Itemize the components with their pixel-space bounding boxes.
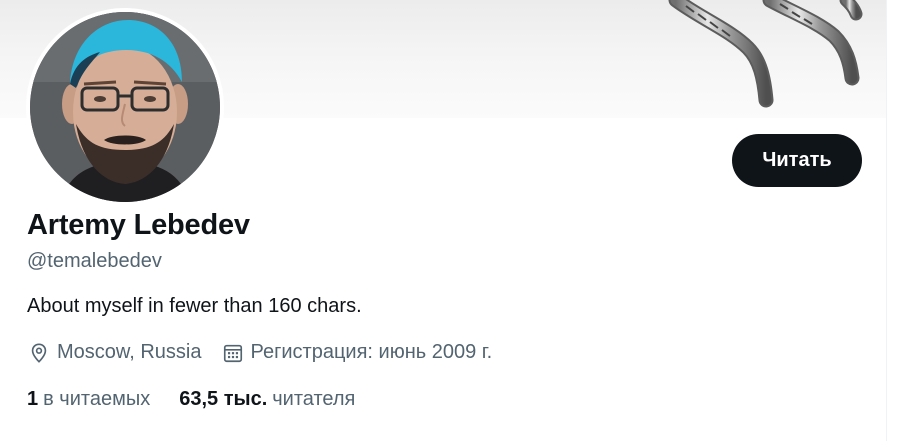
- following-label: в читаемых: [43, 388, 151, 410]
- follow-button[interactable]: Читать: [732, 134, 862, 187]
- following-count: 1: [27, 388, 39, 410]
- profile-meta: Moscow, Russia Регистрация: июнь 2009 г.: [28, 341, 492, 364]
- location-text: Moscow, Russia: [57, 341, 202, 363]
- location-pin-icon: [28, 342, 50, 364]
- calendar-icon: [222, 342, 244, 364]
- followers-link[interactable]: 63,5 тыс. читателя: [179, 388, 355, 411]
- joined-text: Регистрация: июнь 2009 г.: [250, 341, 493, 363]
- profile-bio: About myself in fewer than 160 chars.: [27, 295, 362, 317]
- profile-stats: 1 в читаемых 63,5 тыс. читателя: [27, 388, 355, 411]
- display-name: Artemy Lebedev: [27, 209, 250, 241]
- location-item: Moscow, Russia: [28, 341, 202, 364]
- avatar-image: [30, 12, 220, 202]
- followers-count: 63,5 тыс.: [179, 388, 268, 410]
- following-link[interactable]: 1 в читаемых: [27, 388, 150, 411]
- avatar[interactable]: [26, 8, 224, 206]
- username: @temalebedev: [27, 250, 162, 272]
- followers-label: читателя: [272, 388, 356, 410]
- profile-card: Читать Artemy Lebedev @temalebedev About…: [0, 0, 887, 441]
- joined-item: Регистрация: июнь 2009 г.: [222, 341, 493, 364]
